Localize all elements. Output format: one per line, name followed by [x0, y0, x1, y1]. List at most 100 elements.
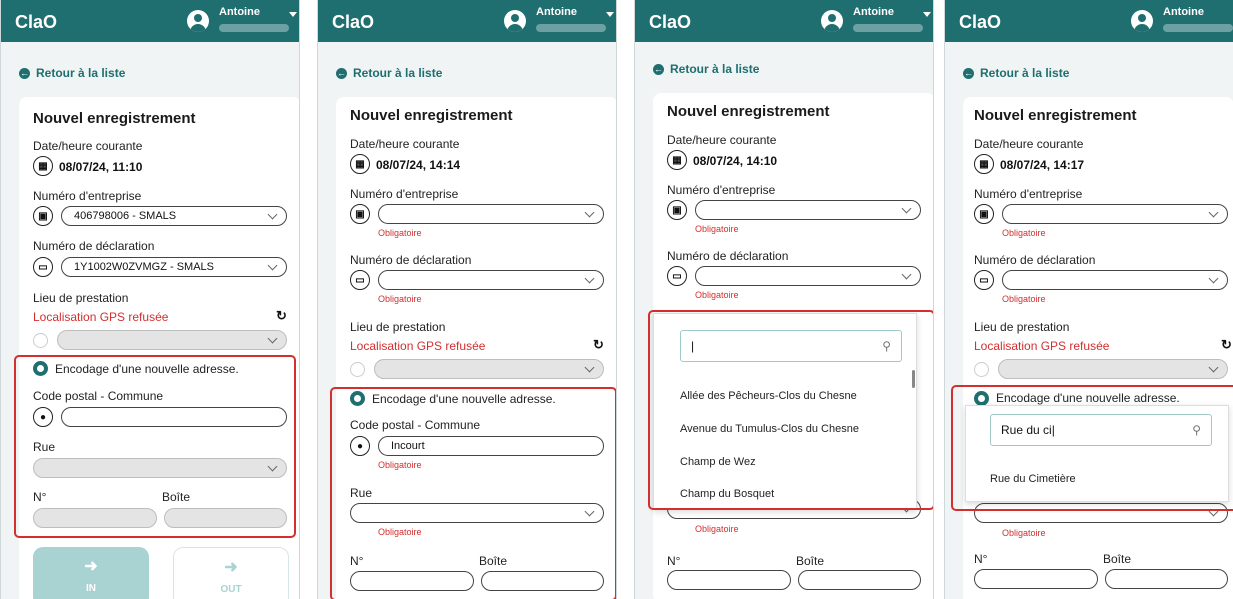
user-detail-redacted [536, 24, 606, 32]
highlight-box [14, 355, 296, 538]
place-select [57, 330, 287, 350]
datetime-value: 08/07/24, 14:17 [1000, 158, 1085, 172]
user-name[interactable]: Antoine [1163, 6, 1204, 18]
calendar-icon: ▦ [33, 156, 53, 176]
chevron-down-icon [584, 362, 595, 373]
user-name[interactable]: Antoine [219, 6, 260, 18]
back-to-list-link[interactable]: ← Retour à la liste [19, 66, 125, 80]
box-input[interactable] [1105, 569, 1228, 589]
place-radio[interactable] [350, 362, 365, 377]
place-radio[interactable] [33, 333, 48, 348]
date-label: Date/heure courante [667, 133, 777, 147]
screen-panel-3: ClaO Antoine ← Retour à la liste Nouvel … [634, 0, 934, 599]
user-detail-redacted [1163, 24, 1233, 32]
user-name[interactable]: Antoine [853, 6, 894, 18]
app-logo: ClaO [649, 12, 692, 32]
place-select [998, 359, 1228, 379]
building-icon: ▣ [33, 206, 53, 226]
app-logo: ClaO [332, 12, 375, 32]
form-card: Nouvel enregistrement Date/heure courant… [963, 97, 1233, 599]
declaration-label: Numéro de déclaration [974, 253, 1096, 267]
chevron-down-icon [1208, 273, 1219, 284]
required-text: Obligatoire [695, 524, 739, 534]
document-icon: ▭ [350, 270, 370, 290]
datetime-value: 08/07/24, 14:10 [693, 154, 778, 168]
company-select[interactable]: 406798006 - SMALS [61, 206, 287, 226]
declaration-select[interactable] [1002, 270, 1228, 290]
arrow-left-circle-icon: ← [963, 67, 974, 79]
date-label: Date/heure courante [350, 137, 460, 151]
back-to-list-link[interactable]: ← Retour à la liste [963, 66, 1069, 80]
arrow-left-circle-icon: ← [336, 67, 347, 79]
date-label: Date/heure courante [974, 137, 1084, 151]
gps-refused-text: Localisation GPS refusée [350, 339, 486, 353]
back-link-label: Retour à la liste [670, 62, 760, 76]
box-input[interactable] [798, 570, 921, 590]
required-text: Obligatoire [1002, 528, 1046, 538]
number-label: N° [974, 552, 988, 566]
user-detail-redacted [853, 24, 923, 32]
declaration-select[interactable] [378, 270, 604, 290]
user-name[interactable]: Antoine [536, 6, 577, 18]
back-to-list-link[interactable]: ← Retour à la liste [653, 62, 759, 76]
sign-out-icon: ➜ [224, 559, 238, 576]
building-icon: ▣ [350, 204, 370, 224]
app-header: ClaO Antoine [635, 0, 933, 42]
chevron-down-icon [584, 273, 595, 284]
company-label: Numéro d'entreprise [33, 189, 142, 203]
chevron-down-icon [584, 207, 595, 218]
chevron-down-icon [267, 260, 278, 271]
app-logo: ClaO [15, 12, 58, 32]
user-avatar-icon[interactable] [504, 10, 526, 32]
declaration-label: Numéro de déclaration [350, 253, 472, 267]
user-avatar-icon[interactable] [1131, 10, 1153, 32]
user-avatar-icon[interactable] [821, 10, 843, 32]
highlight-box [648, 310, 933, 510]
chevron-down-icon [1208, 207, 1219, 218]
caret-down-icon[interactable] [606, 12, 614, 17]
calendar-icon: ▦ [974, 154, 994, 174]
form-title: Nouvel enregistrement [667, 103, 830, 120]
required-text: Obligatoire [1002, 228, 1046, 238]
arrow-left-circle-icon: ← [653, 63, 664, 75]
arrow-left-circle-icon: ← [19, 67, 30, 79]
back-link-label: Retour à la liste [980, 66, 1070, 80]
screen-panel-1: ClaO Antoine ← Retour à la liste Nouvel … [0, 0, 300, 599]
declaration-select[interactable]: 1Y1002W0ZVMGZ - SMALS [61, 257, 287, 277]
form-title: Nouvel enregistrement [974, 107, 1137, 124]
required-text: Obligatoire [378, 294, 422, 304]
declaration-select[interactable] [695, 266, 921, 286]
caret-down-icon[interactable] [923, 12, 931, 17]
screen-panel-2: ClaO Antoine ← Retour à la liste Nouvel … [317, 0, 617, 599]
out-button[interactable]: ➜ OUT [173, 547, 289, 599]
required-text: Obligatoire [695, 290, 739, 300]
declaration-value: 1Y1002W0ZVMGZ - SMALS [74, 261, 214, 273]
refresh-icon[interactable]: ↻ [593, 337, 604, 353]
highlight-box [330, 387, 616, 599]
app-header: ClaO Antoine [1, 0, 299, 42]
company-label: Numéro d'entreprise [350, 187, 459, 201]
refresh-icon[interactable]: ↻ [276, 308, 287, 324]
company-select[interactable] [1002, 204, 1228, 224]
gps-refused-text: Localisation GPS refusée [974, 339, 1110, 353]
box-label: Boîte [796, 554, 825, 568]
refresh-icon[interactable]: ↻ [1221, 337, 1232, 353]
chevron-down-icon [267, 209, 278, 220]
company-select[interactable] [695, 200, 921, 220]
number-input[interactable] [974, 569, 1098, 589]
chevron-down-icon [901, 203, 912, 214]
back-to-list-link[interactable]: ← Retour à la liste [336, 66, 442, 80]
building-icon: ▣ [667, 200, 687, 220]
in-button[interactable]: ➜ IN [33, 547, 149, 599]
date-label: Date/heure courante [33, 139, 143, 153]
number-input[interactable] [667, 570, 791, 590]
user-avatar-icon[interactable] [187, 10, 209, 32]
place-radio[interactable] [974, 362, 989, 377]
datetime-value: 08/07/24, 14:14 [376, 158, 461, 172]
caret-down-icon[interactable] [289, 12, 297, 17]
place-label: Lieu de prestation [974, 320, 1070, 334]
screen-panel-4: ClaO Antoine ← Retour à la liste Nouvel … [944, 0, 1233, 599]
company-select[interactable] [378, 204, 604, 224]
chevron-down-icon [267, 333, 278, 344]
required-text: Obligatoire [695, 224, 739, 234]
